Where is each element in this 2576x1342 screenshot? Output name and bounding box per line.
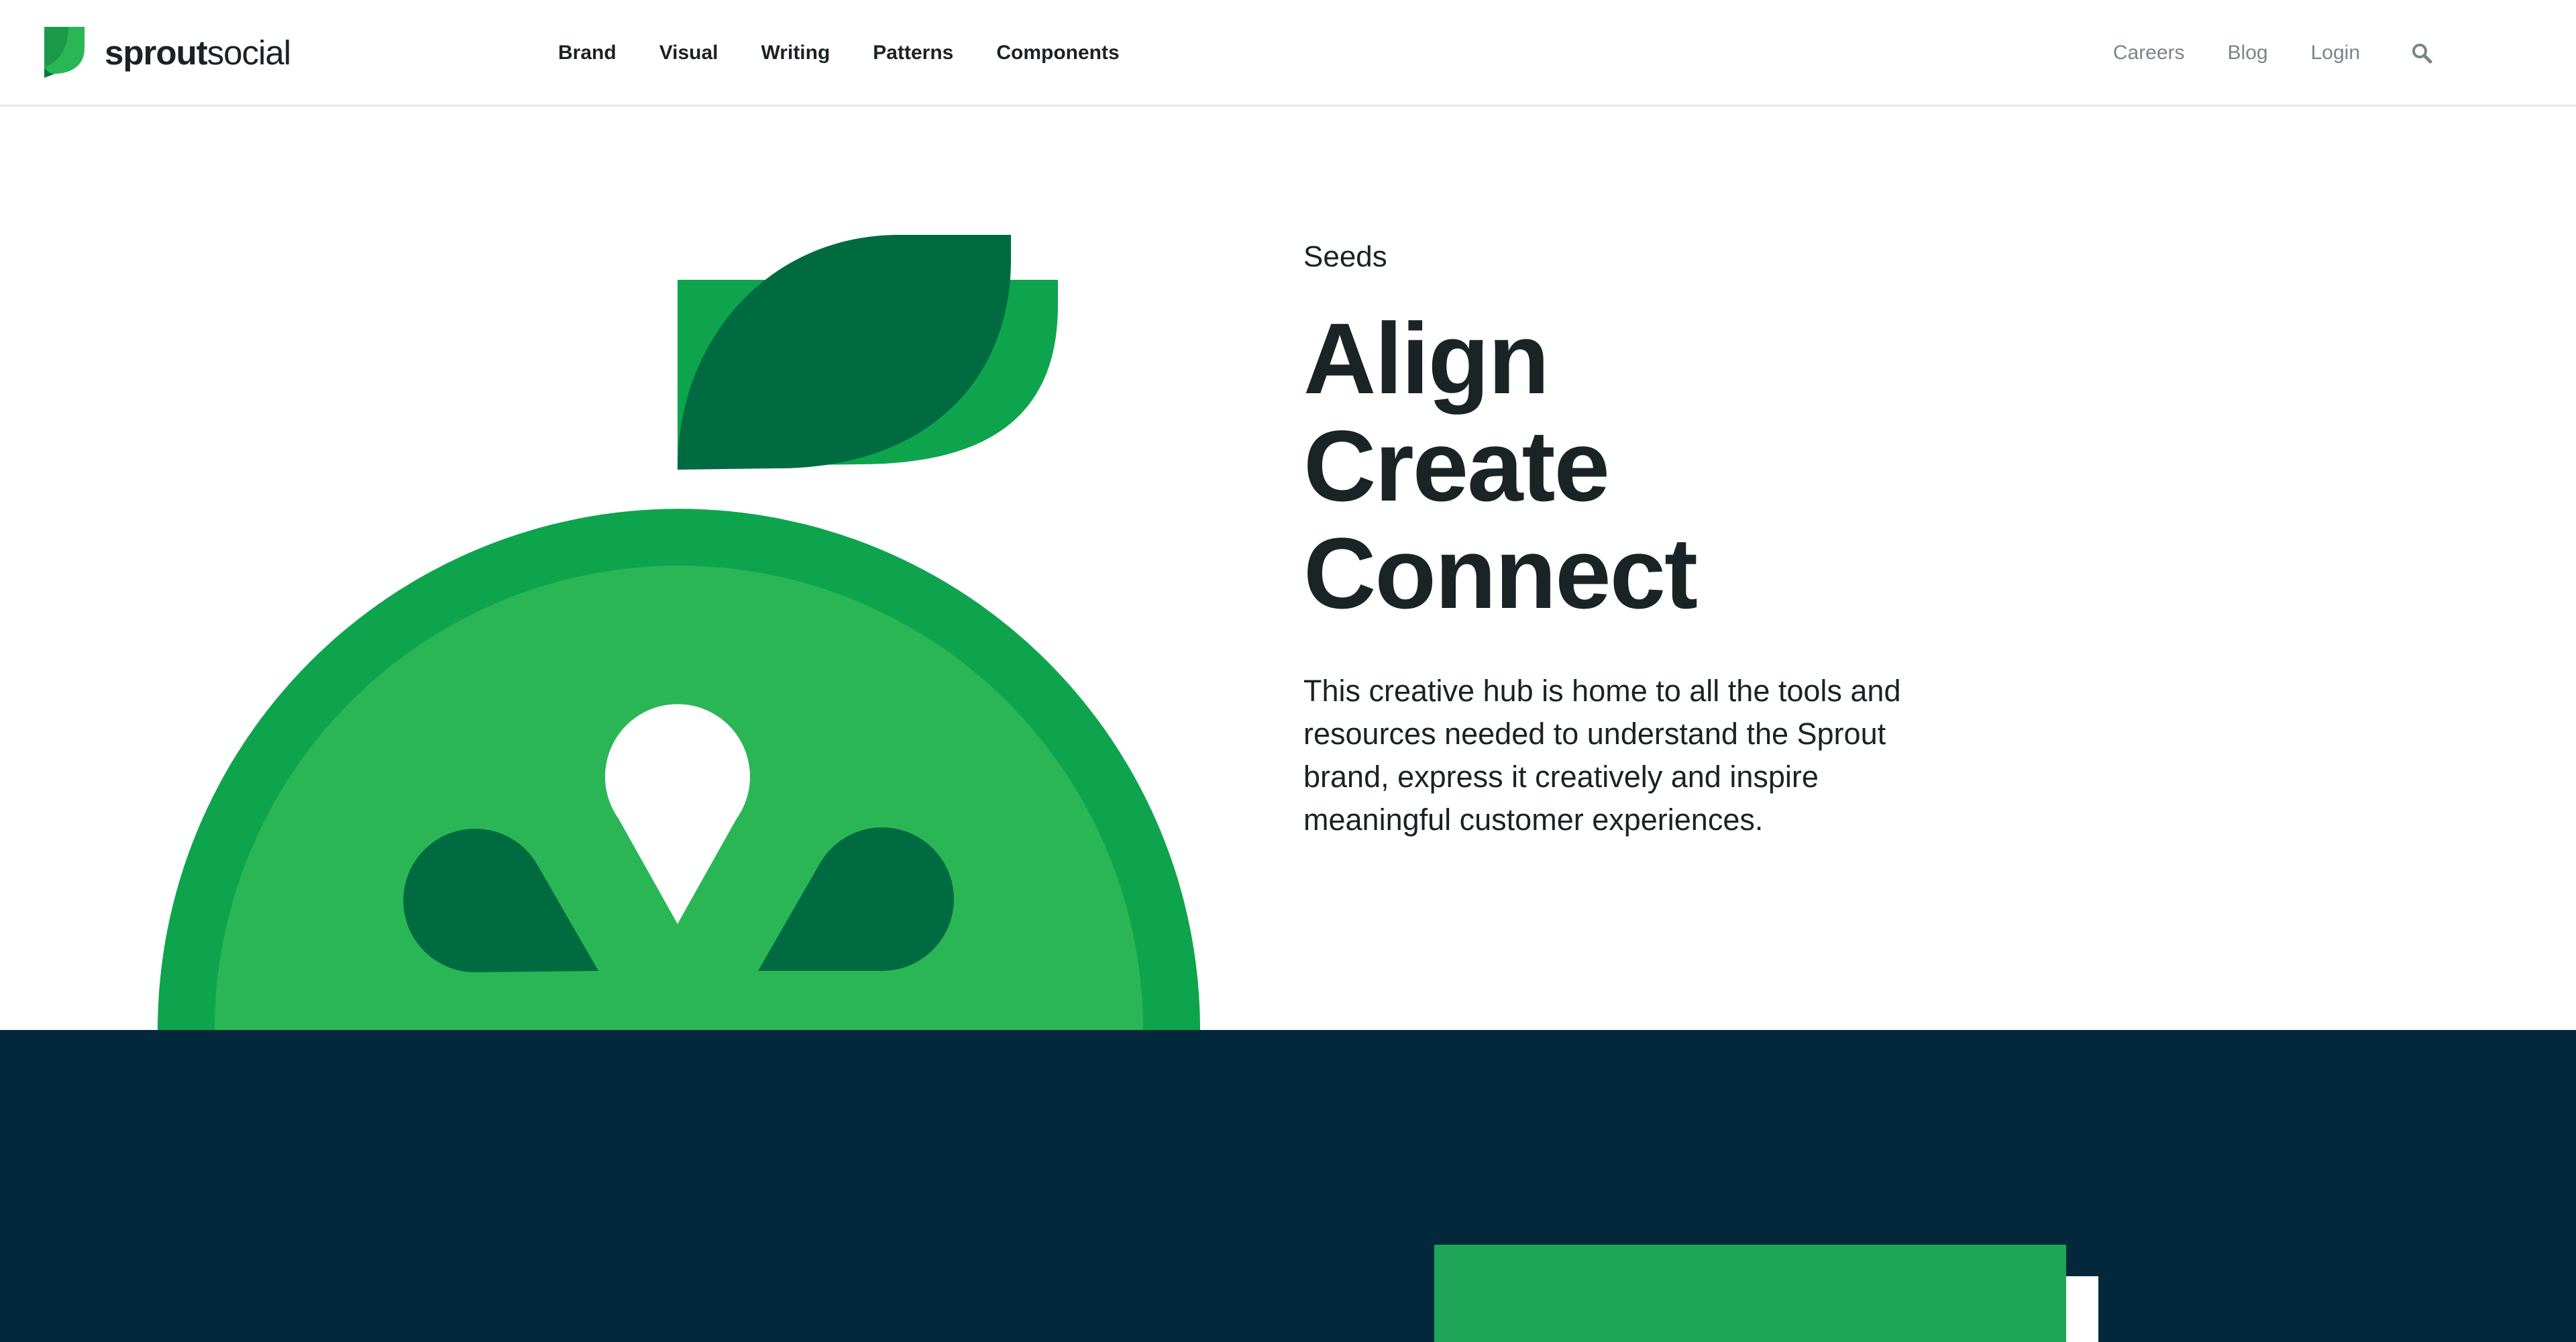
nav-careers[interactable]: Careers: [2113, 38, 2185, 68]
nav-writing[interactable]: Writing: [761, 38, 830, 68]
nav-components[interactable]: Components: [996, 38, 1119, 68]
brand-name-bold: sprout: [105, 33, 208, 72]
site-header: sproutsocial Brand Visual Writing Patter…: [0, 0, 2576, 107]
nav-patterns[interactable]: Patterns: [873, 38, 953, 68]
brand-wordmark: sproutsocial: [105, 33, 291, 72]
headline-line-create: Create: [1303, 409, 1610, 522]
nav-login[interactable]: Login: [2311, 38, 2360, 68]
nav-blog[interactable]: Blog: [2228, 38, 2268, 68]
secondary-navigation: Careers Blog Login: [2070, 38, 2435, 68]
nav-brand[interactable]: Brand: [558, 38, 616, 68]
brand-name-light: social: [207, 33, 291, 72]
search-button[interactable]: [2408, 38, 2435, 68]
sprout-leaf-logo-icon: [44, 27, 85, 78]
headline-line-connect: Connect: [1303, 517, 1698, 629]
hero-description: This creative hub is home to all the too…: [1303, 674, 1901, 837]
hero-content: Seeds Align Create Connect This creative…: [1303, 235, 2041, 841]
nav-visual[interactable]: Visual: [659, 38, 718, 68]
search-icon: [2412, 44, 2432, 64]
dark-feature-section: [0, 1030, 2576, 1342]
feature-card: [1434, 1245, 2066, 1342]
headline-line-align: Align: [1303, 302, 1550, 415]
sprouting-seed-illustration: [158, 235, 1200, 1030]
hero-eyebrow: Seeds: [1303, 240, 1387, 273]
feature-card-shadow: [2066, 1276, 2098, 1342]
hero-headline: Align Create Connect: [1303, 305, 2041, 627]
main-navigation: Brand Visual Writing Patterns Components: [558, 38, 1163, 68]
sprout-social-logo[interactable]: sproutsocial: [42, 27, 291, 78]
